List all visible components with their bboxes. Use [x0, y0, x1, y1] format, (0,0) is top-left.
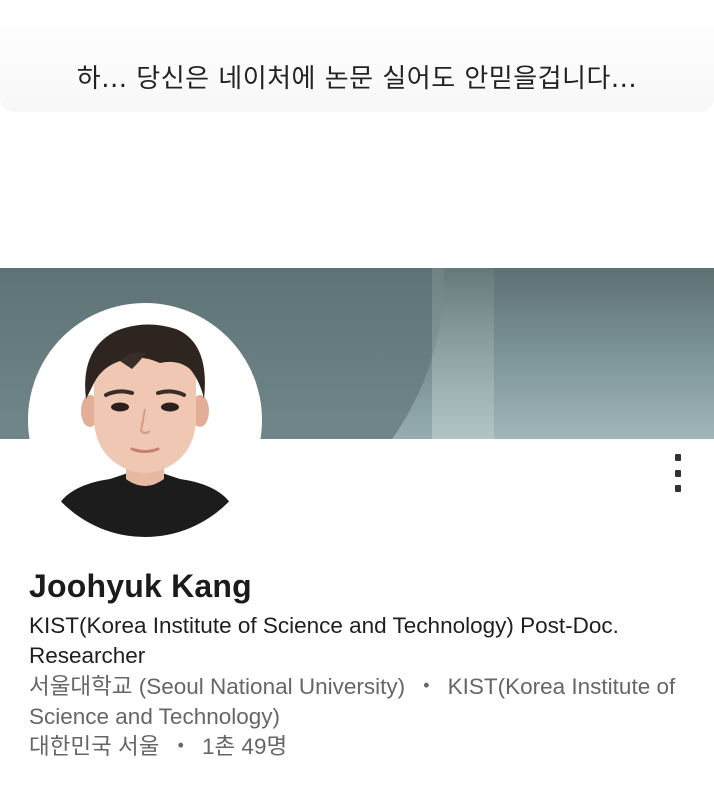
more-dot [675, 469, 681, 477]
profile-avatar[interactable] [28, 303, 262, 537]
education-separator: ・ [415, 674, 438, 699]
more-dot [675, 454, 681, 461]
cover-stripe-shape [432, 268, 494, 439]
profile-location: 대한민국 서울 ・ 1촌 49명 [29, 732, 689, 762]
profile-education: 서울대학교 (Seoul National University) ・ KIST(K… [29, 672, 689, 732]
profile-headline: KIST(Korea Institute of Science and Tech… [29, 613, 619, 668]
cover-right-panel [494, 268, 714, 439]
location-separator: ・ [169, 734, 192, 759]
caption-text: 하... 당신은 네이처에 논문 실어도 안믿을겁니다... [76, 64, 638, 94]
profile-name: Joohyuk Kang [29, 568, 252, 604]
more-vertical-icon[interactable] [664, 452, 692, 494]
caption-card: 하... 당신은 네이처에 논문 실어도 안믿을겁니다... [0, 0, 714, 112]
more-dot [675, 485, 681, 492]
location-place: 대한민국 서울 [29, 734, 160, 759]
education-school[interactable]: 서울대학교 (Seoul National University) [29, 674, 405, 699]
connections-count[interactable]: 1촌 49명 [202, 734, 287, 759]
avatar-portrait [56, 324, 234, 537]
